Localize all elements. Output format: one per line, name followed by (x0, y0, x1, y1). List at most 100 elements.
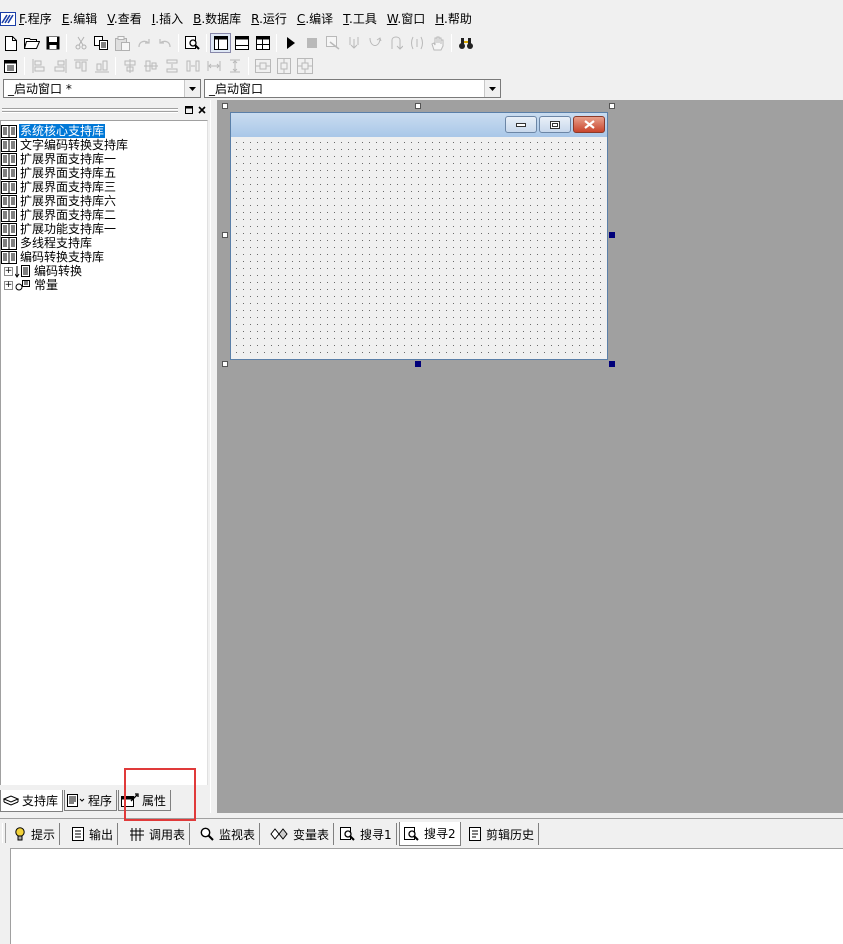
event-selector-combo[interactable]: _启动窗口 (204, 79, 501, 98)
tree-item[interactable]: 扩展界面支持库一 (1, 152, 129, 166)
align-right-button[interactable] (49, 56, 70, 76)
space-horizontal-button[interactable] (182, 56, 203, 76)
stop-button[interactable] (301, 33, 322, 53)
menu-window[interactable]: W.窗口 (387, 9, 425, 29)
tree-item[interactable]: 扩展界面支持库二 (1, 208, 129, 222)
chevron-down-icon[interactable] (484, 80, 500, 97)
tree-group[interactable]: + 编码转换 (1, 264, 129, 278)
tab-call-table[interactable]: 调用表 (126, 823, 191, 845)
expand-icon[interactable]: + (4, 280, 13, 290)
resize-handle[interactable] (415, 361, 421, 367)
menu-compile[interactable]: C.编译 (297, 9, 333, 29)
undo-button[interactable] (154, 33, 175, 53)
tree-item[interactable]: 扩展界面支持库五 (1, 166, 129, 180)
center-form-v-button[interactable] (273, 56, 294, 76)
tab-output[interactable]: 输出 (68, 823, 119, 845)
close-button[interactable] (573, 116, 605, 133)
menu-file[interactable]: F.程序 (19, 9, 52, 29)
menu-insert[interactable]: I.插入 (152, 9, 183, 29)
cut-button[interactable] (70, 33, 91, 53)
paste-button[interactable] (112, 33, 133, 53)
close-panel-icon[interactable] (196, 105, 207, 115)
align-bottom-button[interactable] (91, 56, 112, 76)
open-file-button[interactable] (21, 33, 42, 53)
menu-help[interactable]: H.帮助 (435, 9, 472, 29)
new-file-button[interactable] (0, 33, 21, 53)
tab-support-library[interactable]: 支持库 (0, 790, 64, 812)
tree-item[interactable]: 编码转换支持库 (1, 250, 129, 264)
tree-item[interactable]: 文字编码转换支持库 (1, 138, 129, 152)
tree-group[interactable]: + 常量 (1, 278, 129, 292)
center-form-both-button[interactable] (294, 56, 315, 76)
library-book-icon (1, 138, 17, 152)
output-icon (72, 827, 84, 841)
align-left-button[interactable] (28, 56, 49, 76)
tab-search1[interactable]: 搜寻1 (336, 823, 397, 845)
designed-form-window[interactable] (230, 112, 608, 360)
standard-toolbar (0, 32, 476, 54)
save-file-button[interactable] (42, 33, 63, 53)
form-title-bar[interactable] (231, 113, 607, 137)
step-out-button[interactable] (385, 33, 406, 53)
tree-item[interactable]: 系统核心支持库 (1, 123, 129, 139)
redo-button[interactable] (133, 33, 154, 53)
same-width-icon (207, 61, 220, 71)
find-button[interactable] (182, 33, 203, 53)
hand-icon (430, 36, 443, 50)
center-form-h-button[interactable] (252, 56, 273, 76)
hand-button[interactable] (427, 33, 448, 53)
form-client-area[interactable] (231, 137, 607, 359)
minimize-button[interactable] (505, 116, 537, 133)
menu-run[interactable]: R.运行 (251, 9, 287, 29)
tree-item[interactable]: 扩展界面支持库六 (1, 194, 129, 208)
object-selector-combo[interactable]: _启动窗口 * (3, 79, 201, 98)
output-pane[interactable] (10, 848, 843, 944)
tab-hint[interactable]: 提示 (10, 823, 61, 845)
same-width-button[interactable] (203, 56, 224, 76)
align-right-icon (54, 59, 66, 73)
resize-handle (222, 361, 228, 367)
align-top-button[interactable] (70, 56, 91, 76)
same-height-button[interactable] (224, 56, 245, 76)
copy-button[interactable] (91, 33, 112, 53)
maximize-panel-icon[interactable] (183, 105, 194, 115)
run-button[interactable] (280, 33, 301, 53)
resize-handle[interactable] (609, 232, 615, 238)
tab-variables[interactable]: 变量表 (266, 823, 335, 845)
chevron-down-icon[interactable] (184, 80, 200, 97)
panel-splitter[interactable] (210, 100, 218, 813)
menu-tools[interactable]: T.工具 (343, 9, 377, 29)
tree-item[interactable]: 扩展界面支持库三 (1, 180, 129, 194)
tab-clip-history[interactable]: 剪辑历史 (465, 823, 540, 845)
resize-handle[interactable] (609, 361, 615, 367)
undo-icon (158, 39, 171, 48)
tools-button[interactable] (455, 33, 476, 53)
expand-icon[interactable]: + (4, 266, 13, 276)
step-button[interactable] (322, 33, 343, 53)
output-tabs: 提示 输出 调用表 监视表 变量表 搜寻1 搜寻2 剪辑历史 (0, 818, 843, 846)
tree-item-label: 文字编码转换支持库 (20, 138, 129, 152)
form-layout-button[interactable] (0, 56, 21, 76)
run-to-cursor-button[interactable] (406, 33, 427, 53)
menu-view[interactable]: V.查看 (107, 9, 142, 29)
step-into-button[interactable] (343, 33, 364, 53)
step-over-button[interactable] (364, 33, 385, 53)
tab-search2[interactable]: 搜寻2 (399, 822, 461, 846)
menu-edit[interactable]: E.编辑 (62, 9, 97, 29)
tree-item[interactable]: 扩展功能支持库一 (1, 222, 129, 236)
space-vertical-button[interactable] (161, 56, 182, 76)
layout-grid-button[interactable] (252, 33, 273, 53)
center-vertical-button[interactable] (140, 56, 161, 76)
tree-item[interactable]: 多线程支持库 (1, 236, 129, 250)
layout-split-icon (234, 36, 249, 50)
toolbar-separator (276, 34, 277, 52)
maximize-button[interactable] (539, 116, 571, 133)
menu-database[interactable]: B.数据库 (193, 9, 241, 29)
support-library-tree[interactable]: 系统核心支持库 文字编码转换支持库 扩展界面支持库一 扩展界面支持库五 扩展界面… (0, 120, 208, 785)
layout-full-button[interactable] (210, 33, 231, 53)
tab-program[interactable]: 程序 (64, 790, 118, 811)
layout-split-button[interactable] (231, 33, 252, 53)
center-horizontal-button[interactable] (119, 56, 140, 76)
tab-watch[interactable]: 监视表 (196, 823, 261, 845)
form-designer-canvas[interactable] (218, 100, 843, 813)
